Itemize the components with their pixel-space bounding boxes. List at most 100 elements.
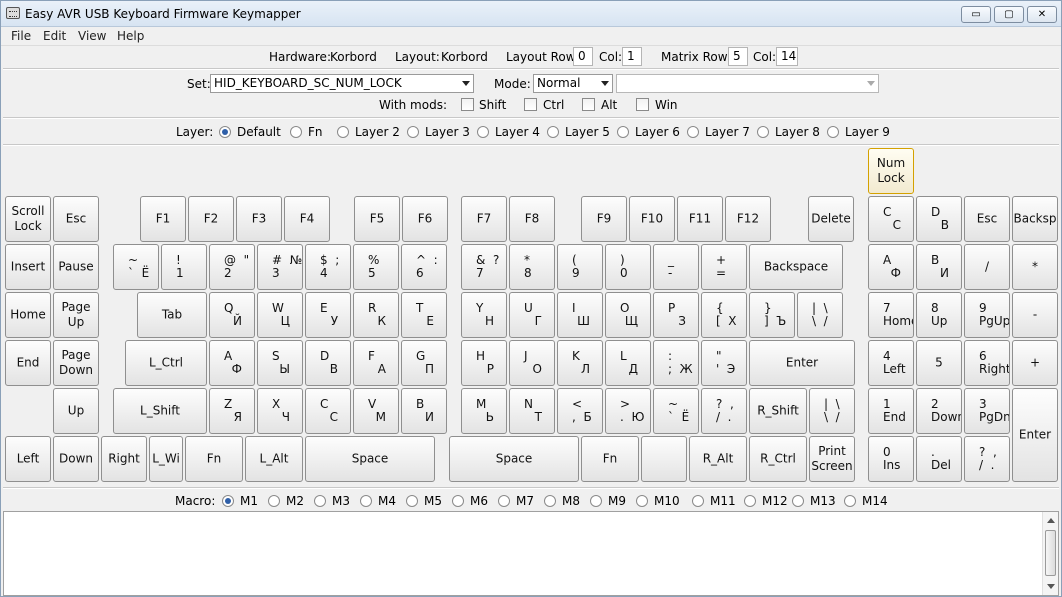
mode-dropdown[interactable]: Normal <box>533 74 613 93</box>
key-b[interactable]: BИ <box>401 388 447 434</box>
key-p[interactable]: PЗ <box>653 292 699 338</box>
key-f5[interactable]: F5 <box>354 196 400 242</box>
macro-radio-m9[interactable] <box>590 495 602 507</box>
key-period[interactable]: >. Ю <box>605 388 651 434</box>
key-x[interactable]: XЧ <box>257 388 303 434</box>
key-page-up[interactable]: Page Up <box>53 292 99 338</box>
key-kp-question[interactable]: ? , / . <box>964 436 1010 482</box>
key-g[interactable]: GП <box>401 340 447 386</box>
key-c[interactable]: CС <box>868 196 914 242</box>
scroll-down-icon[interactable] <box>1047 584 1055 589</box>
key-kp-enter[interactable]: Enter <box>1012 388 1058 482</box>
key-kp-9[interactable]: 9 PgUp <box>964 292 1010 338</box>
key-kp-slash[interactable]: / <box>964 244 1010 290</box>
key-scroll-lock[interactable]: Scroll Lock <box>5 196 51 242</box>
key-quote[interactable]: " ' Э <box>701 340 747 386</box>
key-semicolon[interactable]: :; Ж <box>653 340 699 386</box>
menu-help[interactable]: Help <box>117 29 144 43</box>
key-t[interactable]: TЕ <box>401 292 447 338</box>
macro-radio-m3[interactable] <box>314 495 326 507</box>
macro-radio-m2[interactable] <box>268 495 280 507</box>
key-s[interactable]: SЫ <box>257 340 303 386</box>
key-3[interactable]: # № 3 <box>257 244 303 290</box>
key-e[interactable]: EУ <box>305 292 351 338</box>
key-f9[interactable]: F9 <box>581 196 627 242</box>
ctrl-checkbox[interactable] <box>524 98 537 111</box>
key-f11[interactable]: F11 <box>677 196 723 242</box>
key-o[interactable]: OЩ <box>605 292 651 338</box>
key-f12[interactable]: F12 <box>725 196 771 242</box>
key-kp-8[interactable]: 8 Up <box>916 292 962 338</box>
layer-radio-fn[interactable] <box>290 126 302 138</box>
key-tab[interactable]: Tab <box>137 292 207 338</box>
key-minus[interactable]: _ - <box>653 244 699 290</box>
key-d2[interactable]: DВ <box>305 340 351 386</box>
key-tilde[interactable]: ~ ` Ё <box>113 244 159 290</box>
layer-radio-layer-7[interactable] <box>687 126 699 138</box>
key-q[interactable]: QЙ <box>209 292 255 338</box>
layer-radio-layer-9[interactable] <box>827 126 839 138</box>
key-end[interactable]: End <box>5 340 51 386</box>
key-kp-minus[interactable]: - <box>1012 292 1058 338</box>
key-w[interactable]: WЦ <box>257 292 303 338</box>
key-backspace-2[interactable]: Backsp <box>1012 196 1058 242</box>
key-backspace[interactable]: Backspace <box>749 244 843 290</box>
key-kp-dot[interactable]: . Del <box>916 436 962 482</box>
key-f[interactable]: FА <box>353 340 399 386</box>
key-backslash-2[interactable]: | \ \ / <box>809 388 855 434</box>
key-slash[interactable]: ? , / . <box>701 388 747 434</box>
macro-text-area[interactable] <box>3 511 1059 596</box>
key-rbracket[interactable]: }] Ъ <box>749 292 795 338</box>
key-n[interactable]: NТ <box>509 388 555 434</box>
macro-radio-m1[interactable] <box>222 495 234 507</box>
key-r-alt[interactable]: R_Alt <box>689 436 747 482</box>
key-kp-plus[interactable]: + <box>1012 340 1058 386</box>
key-f3[interactable]: F3 <box>236 196 282 242</box>
key-4[interactable]: $ ; 4 <box>305 244 351 290</box>
key-kp-6[interactable]: 6 Right <box>964 340 1010 386</box>
macro-radio-m11[interactable] <box>692 495 704 507</box>
key-enter[interactable]: Enter <box>749 340 855 386</box>
key-6[interactable]: ^ :6 <box>401 244 447 290</box>
macro-radio-m14[interactable] <box>844 495 856 507</box>
key-f8[interactable]: F8 <box>509 196 555 242</box>
key-kp-3[interactable]: 3 PgDn <box>964 388 1010 434</box>
key-grave[interactable]: ~ ` Ё <box>653 388 699 434</box>
key-i[interactable]: IШ <box>557 292 603 338</box>
key-pause[interactable]: Pause <box>53 244 99 290</box>
key-kp-5[interactable]: 5 <box>916 340 962 386</box>
key-r-shift[interactable]: R_Shift <box>749 388 807 434</box>
key-l-alt[interactable]: L_Alt <box>245 436 303 482</box>
key-r[interactable]: RК <box>353 292 399 338</box>
key-up[interactable]: Up <box>53 388 99 434</box>
key-print-screen[interactable]: Print Screen <box>809 436 855 482</box>
scroll-thumb[interactable] <box>1045 530 1056 576</box>
key-l[interactable]: LД <box>605 340 651 386</box>
key-kp-0[interactable]: 0 Ins <box>868 436 914 482</box>
layer-radio-layer-8[interactable] <box>757 126 769 138</box>
key-5[interactable]: % 5 <box>353 244 399 290</box>
key-insert[interactable]: Insert <box>5 244 51 290</box>
key-space-left[interactable]: Space <box>305 436 435 482</box>
menu-view[interactable]: View <box>78 29 106 43</box>
macro-radio-m7[interactable] <box>498 495 510 507</box>
layer-radio-layer-2[interactable] <box>337 126 349 138</box>
menu-edit[interactable]: Edit <box>43 29 66 43</box>
macro-radio-m8[interactable] <box>544 495 556 507</box>
key-lbracket[interactable]: {[ Х <box>701 292 747 338</box>
key-f1[interactable]: F1 <box>140 196 186 242</box>
key-page-down[interactable]: Page Down <box>53 340 99 386</box>
key-8[interactable]: * 8 <box>509 244 555 290</box>
key-9[interactable]: (9 <box>557 244 603 290</box>
key-j[interactable]: JО <box>509 340 555 386</box>
key-a-num[interactable]: AФ <box>868 244 914 290</box>
key-comma[interactable]: <, Б <box>557 388 603 434</box>
key-a[interactable]: AФ <box>209 340 255 386</box>
key-delete[interactable]: Delete <box>808 196 854 242</box>
key-f4[interactable]: F4 <box>284 196 330 242</box>
macro-radio-m12[interactable] <box>744 495 756 507</box>
macro-radio-m13[interactable] <box>792 495 804 507</box>
layer-radio-layer-3[interactable] <box>407 126 419 138</box>
key-h[interactable]: HР <box>461 340 507 386</box>
key-u[interactable]: UГ <box>509 292 555 338</box>
